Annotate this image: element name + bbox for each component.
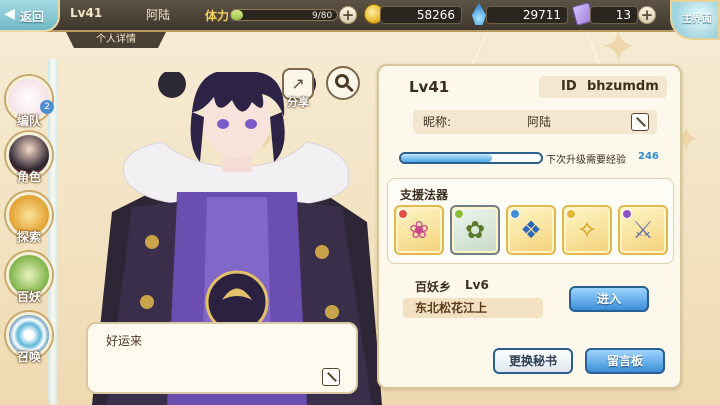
nav-label-summon: 召唤 [16,350,41,364]
search-button[interactable] [326,66,360,100]
exp-bar [399,152,543,164]
change-secretary-button[interactable]: 更换秘书 [493,348,573,374]
exp-label: 下次升级需要经验 [546,155,626,166]
nav-label-monsters: 百妖 [16,290,41,304]
stamina-text: 9/80 [312,11,333,21]
main-menu-label: 主界面 [682,14,712,25]
side-nav: 2 编队 角色 探索 百妖 召唤 [0,58,66,405]
top-bar: ◀ 返回 Lv41 阿陆 体力 9/80 + 58266 29711 13 + [0,0,720,32]
player-level-name: Lv41 阿陆 [70,6,170,22]
nav-item-character[interactable]: 角色 [2,132,58,188]
message-board-button[interactable]: 留言板 [585,348,665,374]
edit-signature-icon[interactable] [322,368,340,386]
crystal-bird-icon: ❖ [520,216,542,244]
village-level: Lv6 [465,278,489,292]
hair-side [270,112,285,162]
lantern-icon: ❀ [408,216,430,244]
nav-item-explore[interactable]: 探索 [2,192,58,248]
signature-text: 好运来 [106,334,143,348]
exp-fill [401,154,492,162]
artifact-slot[interactable]: ✧ [562,205,612,255]
eye [217,119,229,129]
cloak-button [325,305,339,319]
hair-side [190,112,204,162]
magnifier-handle [346,84,354,93]
stamina-fill [231,10,243,20]
back-arrow-icon: ◀ [4,6,15,22]
ticket-amount: 13 [590,6,638,24]
nickname-key: 昵称: [423,115,452,129]
enter-village-button[interactable]: 进入 [569,286,649,312]
cloak-button [145,235,159,249]
animal-ear [158,72,186,98]
player-info-panel: Lv41 ID bhzumdm 昵称: 阿陆 下次升级需要经验 246 支援法器… [377,64,682,389]
eye [245,119,257,129]
nav-label-character: 角色 [16,170,41,184]
support-title: 支援法器 [400,188,449,202]
exp-value: 246 [638,151,659,162]
nav-item-monsters[interactable]: 百妖 [2,252,58,308]
nav-item-team[interactable]: 2 编队 [2,76,58,132]
cloak-button [315,245,329,259]
artifact-slot[interactable]: ⚔ [618,205,668,255]
panel-level: Lv41 [409,78,450,96]
nickname-row: 昵称: 阿陆 [413,110,657,134]
id-key: ID [561,79,577,94]
player-level: Lv41 [70,6,103,20]
page-title: 个人详情 [66,32,166,48]
artifact-slot[interactable]: ✿ [450,205,500,255]
id-value: bhzumdm [587,79,659,94]
edit-nickname-icon[interactable] [631,113,649,131]
village-name: 百妖乡 [415,280,452,294]
leaf-shield-icon: ✿ [464,216,486,244]
add-stamina-button[interactable]: + [339,6,357,24]
artifact-slot[interactable]: ❀ [394,205,444,255]
golden-blade-icon: ✧ [576,216,598,244]
back-button[interactable]: ◀ 返回 [0,0,60,32]
add-ticket-button[interactable]: + [638,6,656,24]
share-icon: ↗ [291,74,305,93]
back-label: 返回 [20,10,45,24]
cloak-button [140,295,154,309]
nickname-value: 阿陆 [527,115,552,129]
nav-label-team: 编队 [16,114,41,128]
artifact-slot[interactable]: ❖ [506,205,556,255]
support-artifacts: 支援法器 ❀ ✿ ❖ ✧ ⚔ [387,178,674,264]
nav-label-explore: 探索 [16,230,41,244]
signature-box: 好运来 [86,322,358,394]
gold-amount: 58266 [380,6,462,24]
nav-item-summon[interactable]: 召唤 [2,312,58,368]
village-location: 东北松花江上 [403,298,543,318]
gem-amount: 29711 [486,6,568,24]
player-nickname: 阿陆 [146,8,171,22]
player-id: ID bhzumdm [539,76,667,98]
share-label: 分享 [287,96,309,109]
main-menu-button[interactable]: 主界面 [670,0,720,40]
stamina-label: 体力 [205,9,230,23]
crossed-swords-icon: ⚔ [632,216,654,244]
